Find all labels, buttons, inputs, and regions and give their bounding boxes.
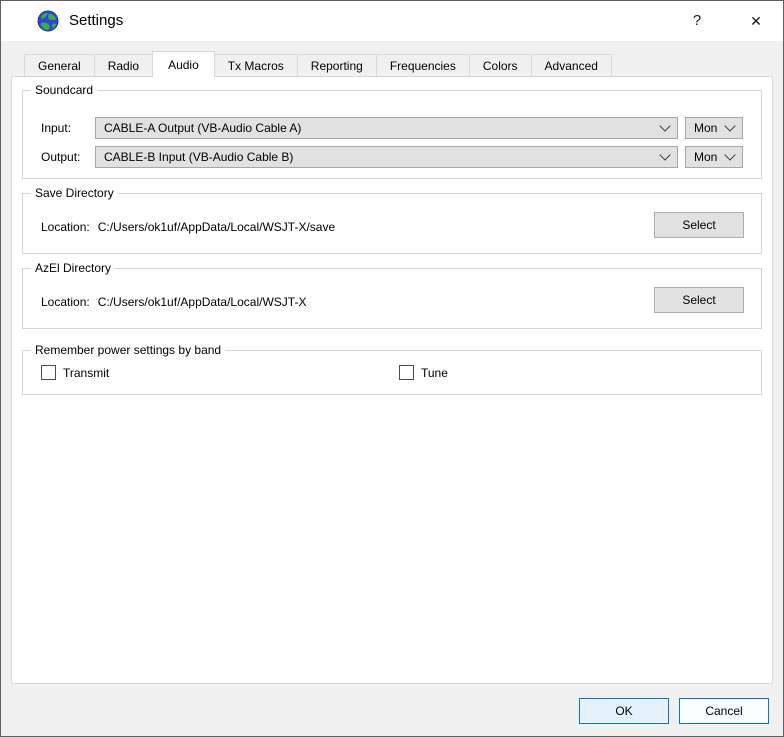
output-label: Output:	[41, 146, 80, 168]
chevron-down-icon	[724, 120, 735, 131]
azel-directory-groupbox: AzEl Directory Location: C:/Users/ok1uf/…	[22, 268, 762, 329]
output-device-combobox[interactable]: CABLE-B Input (VB-Audio Cable B)	[95, 146, 678, 168]
ok-button[interactable]: OK	[579, 698, 669, 724]
azel-directory-path: C:/Users/ok1uf/AppData/Local/WSJT-X	[98, 295, 307, 309]
tab-label: Radio	[108, 59, 139, 73]
tab-frequencies[interactable]: Frequencies	[376, 54, 470, 76]
input-device-combobox[interactable]: CABLE-A Output (VB-Audio Cable A)	[95, 117, 678, 139]
output-device-value: CABLE-B Input (VB-Audio Cable B)	[104, 150, 293, 164]
help-button[interactable]: ?	[680, 1, 714, 41]
output-channel-combobox[interactable]: Mono	[685, 146, 743, 168]
save-location-row: Location: C:/Users/ok1uf/AppData/Local/W…	[41, 214, 335, 240]
save-directory-legend: Save Directory	[31, 186, 118, 201]
chevron-down-icon	[659, 120, 670, 131]
input-channel-value: Mono	[694, 121, 718, 135]
tune-checkbox-item: Tune	[399, 365, 448, 380]
chevron-down-icon	[724, 149, 735, 160]
power-settings-groupbox: Remember power settings by band Transmit…	[22, 350, 762, 395]
cancel-button[interactable]: Cancel	[679, 698, 769, 724]
power-settings-legend: Remember power settings by band	[31, 343, 225, 358]
audio-tab-panel: Soundcard Input: CABLE-A Output (VB-Audi…	[11, 76, 773, 684]
tab-advanced[interactable]: Advanced	[531, 54, 612, 76]
transmit-checkbox[interactable]	[41, 365, 56, 380]
soundcard-groupbox: Soundcard Input: CABLE-A Output (VB-Audi…	[22, 90, 762, 179]
tune-checkbox[interactable]	[399, 365, 414, 380]
settings-dialog: Settings ? ✕ General Radio Audio Tx Macr…	[0, 0, 784, 737]
tab-label: General	[38, 59, 81, 73]
tab-audio[interactable]: Audio	[152, 51, 215, 77]
azel-location-row: Location: C:/Users/ok1uf/AppData/Local/W…	[41, 289, 306, 315]
azel-directory-legend: AzEl Directory	[31, 261, 115, 276]
tab-radio[interactable]: Radio	[94, 54, 153, 76]
save-directory-path: C:/Users/ok1uf/AppData/Local/WSJT-X/save	[98, 220, 335, 234]
location-label: Location:	[41, 220, 90, 234]
window-title: Settings	[69, 12, 123, 29]
tab-label: Reporting	[311, 59, 363, 73]
transmit-checkbox-label: Transmit	[63, 366, 109, 380]
tune-checkbox-label: Tune	[421, 366, 448, 380]
wsjtx-globe-icon	[37, 10, 59, 32]
tab-label: Audio	[168, 58, 199, 72]
azel-directory-select-button[interactable]: Select	[654, 287, 744, 313]
transmit-checkbox-item: Transmit	[41, 365, 109, 380]
location-label: Location:	[41, 295, 90, 309]
titlebar[interactable]: Settings ? ✕	[1, 1, 783, 41]
tab-label: Advanced	[545, 59, 598, 73]
tab-label: Colors	[483, 59, 518, 73]
close-icon[interactable]: ✕	[739, 1, 773, 41]
settings-tabbar: General Radio Audio Tx Macros Reporting …	[24, 51, 611, 76]
input-device-value: CABLE-A Output (VB-Audio Cable A)	[104, 121, 301, 135]
save-directory-groupbox: Save Directory Location: C:/Users/ok1uf/…	[22, 193, 762, 254]
soundcard-legend: Soundcard	[31, 83, 97, 98]
tab-label: Frequencies	[390, 59, 456, 73]
tab-reporting[interactable]: Reporting	[297, 54, 377, 76]
tab-label: Tx Macros	[228, 59, 284, 73]
chevron-down-icon	[659, 149, 670, 160]
input-channel-combobox[interactable]: Mono	[685, 117, 743, 139]
tab-tx-macros[interactable]: Tx Macros	[214, 54, 298, 76]
tab-colors[interactable]: Colors	[469, 54, 532, 76]
save-directory-select-button[interactable]: Select	[654, 212, 744, 238]
input-label: Input:	[41, 117, 71, 139]
tab-general[interactable]: General	[24, 54, 95, 76]
output-channel-value: Mono	[694, 150, 718, 164]
